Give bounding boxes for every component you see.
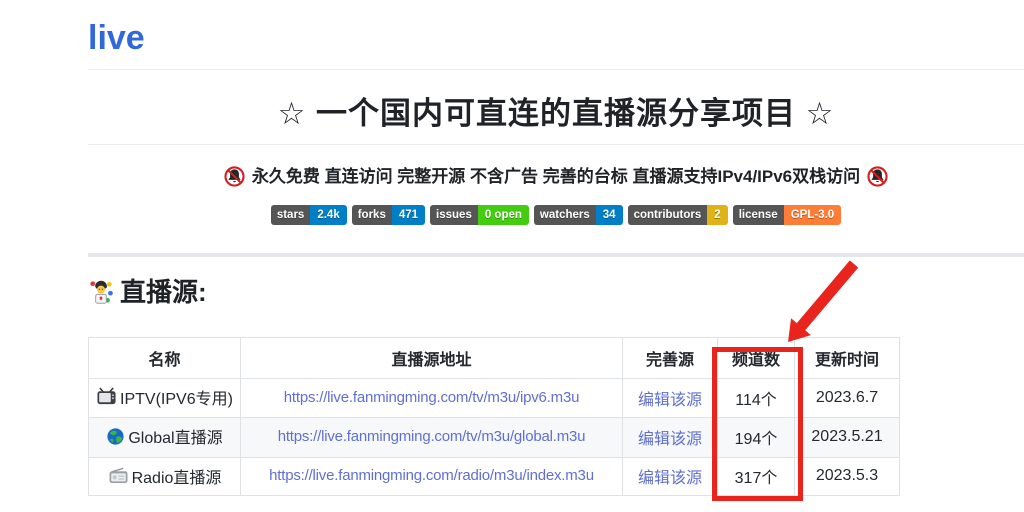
url-cell: https://live.fanmingming.com/radio/m3u/i…: [240, 456, 623, 497]
col-header-edit: 完善源: [622, 336, 718, 379]
edit-cell: 编辑该源: [622, 417, 718, 458]
live-sources-table: 名称 直播源地址 完善源 频道数 更新时间 IPTV(IPV6专用) https…: [88, 336, 900, 497]
updated-cell: 2023.5.21: [794, 417, 900, 458]
url-cell: https://live.fanmingming.com/tv/m3u/glob…: [240, 417, 623, 458]
edit-source-link[interactable]: 编辑该源: [638, 392, 702, 409]
no-bell-icon: [224, 166, 245, 187]
no-bell-icon: [867, 166, 888, 187]
table-row: IPTV(IPV6专用) https://live.fanmingming.co…: [88, 377, 900, 419]
updated-cell: 2023.6.7: [794, 377, 900, 419]
edit-source-link[interactable]: 编辑该源: [638, 431, 702, 448]
page-title[interactable]: live: [88, 18, 1024, 70]
channels-cell: 194个: [717, 417, 795, 458]
col-header-channels: 频道数: [717, 336, 795, 379]
globe-icon: [106, 427, 125, 446]
table-row: Global直播源 https://live.fanmingming.com/t…: [88, 417, 900, 458]
source-name: Global直播源: [128, 430, 223, 448]
badge-row: stars 2.4k forks 471 issues 0 open watch…: [88, 204, 1024, 225]
name-cell: Radio直播源: [88, 456, 241, 497]
badge-forks: forks 471: [351, 204, 426, 225]
name-cell: IPTV(IPV6专用): [88, 377, 241, 419]
badge-contributors: contributors 2: [627, 204, 728, 225]
readme-page: live ☆ 一个国内可直连的直播源分享项目 ☆ 永久免费 直连访问 完整开源 …: [88, 18, 1024, 497]
source-name: Radio直播源: [131, 469, 222, 487]
subtitle-row: 永久免费 直连访问 完整开源 不含广告 完善的台标 直播源支持IPv4/IPv6…: [88, 166, 1024, 188]
col-header-url: 直播源地址: [240, 336, 623, 379]
divider: [88, 252, 1024, 257]
url-cell: https://live.fanmingming.com/tv/m3u/ipv6…: [240, 377, 623, 419]
hero-title: ☆ 一个国内可直连的直播源分享项目 ☆: [88, 95, 1024, 145]
source-url-link[interactable]: https://live.fanmingming.com/tv/m3u/glob…: [278, 428, 586, 445]
badge-watchers: watchers 34: [533, 204, 623, 225]
section-heading-live-sources: 直播源:: [88, 276, 1024, 308]
channels-cell: 317个: [717, 456, 795, 497]
updated-cell: 2023.5.3: [794, 456, 900, 497]
table-row: Radio直播源 https://live.fanmingming.com/ra…: [88, 456, 900, 497]
badge-license: license GPL-3.0: [732, 204, 842, 225]
badge-stars: stars 2.4k: [270, 204, 347, 225]
source-name: IPTV(IPV6专用): [120, 390, 233, 408]
name-cell: Global直播源: [88, 417, 241, 458]
tv-icon: [96, 387, 117, 406]
col-header-name: 名称: [88, 336, 241, 379]
section-heading-text: 直播源:: [120, 276, 207, 307]
edit-cell: 编辑该源: [622, 377, 718, 419]
source-url-link[interactable]: https://live.fanmingming.com/radio/m3u/i…: [269, 467, 594, 484]
badge-issues: issues 0 open: [430, 204, 529, 225]
col-header-updated: 更新时间: [794, 336, 900, 379]
edit-source-link[interactable]: 编辑该源: [638, 470, 702, 487]
table-header-row: 名称 直播源地址 完善源 频道数 更新时间: [88, 336, 900, 379]
edit-cell: 编辑该源: [622, 456, 718, 497]
juggler-icon: [88, 279, 114, 305]
subtitle-text: 永久免费 直连访问 完整开源 不含广告 完善的台标 直播源支持IPv4/IPv6…: [251, 166, 861, 186]
channels-cell: 114个: [717, 377, 795, 419]
source-url-link[interactable]: https://live.fanmingming.com/tv/m3u/ipv6…: [284, 389, 580, 406]
radio-icon: [108, 467, 129, 484]
